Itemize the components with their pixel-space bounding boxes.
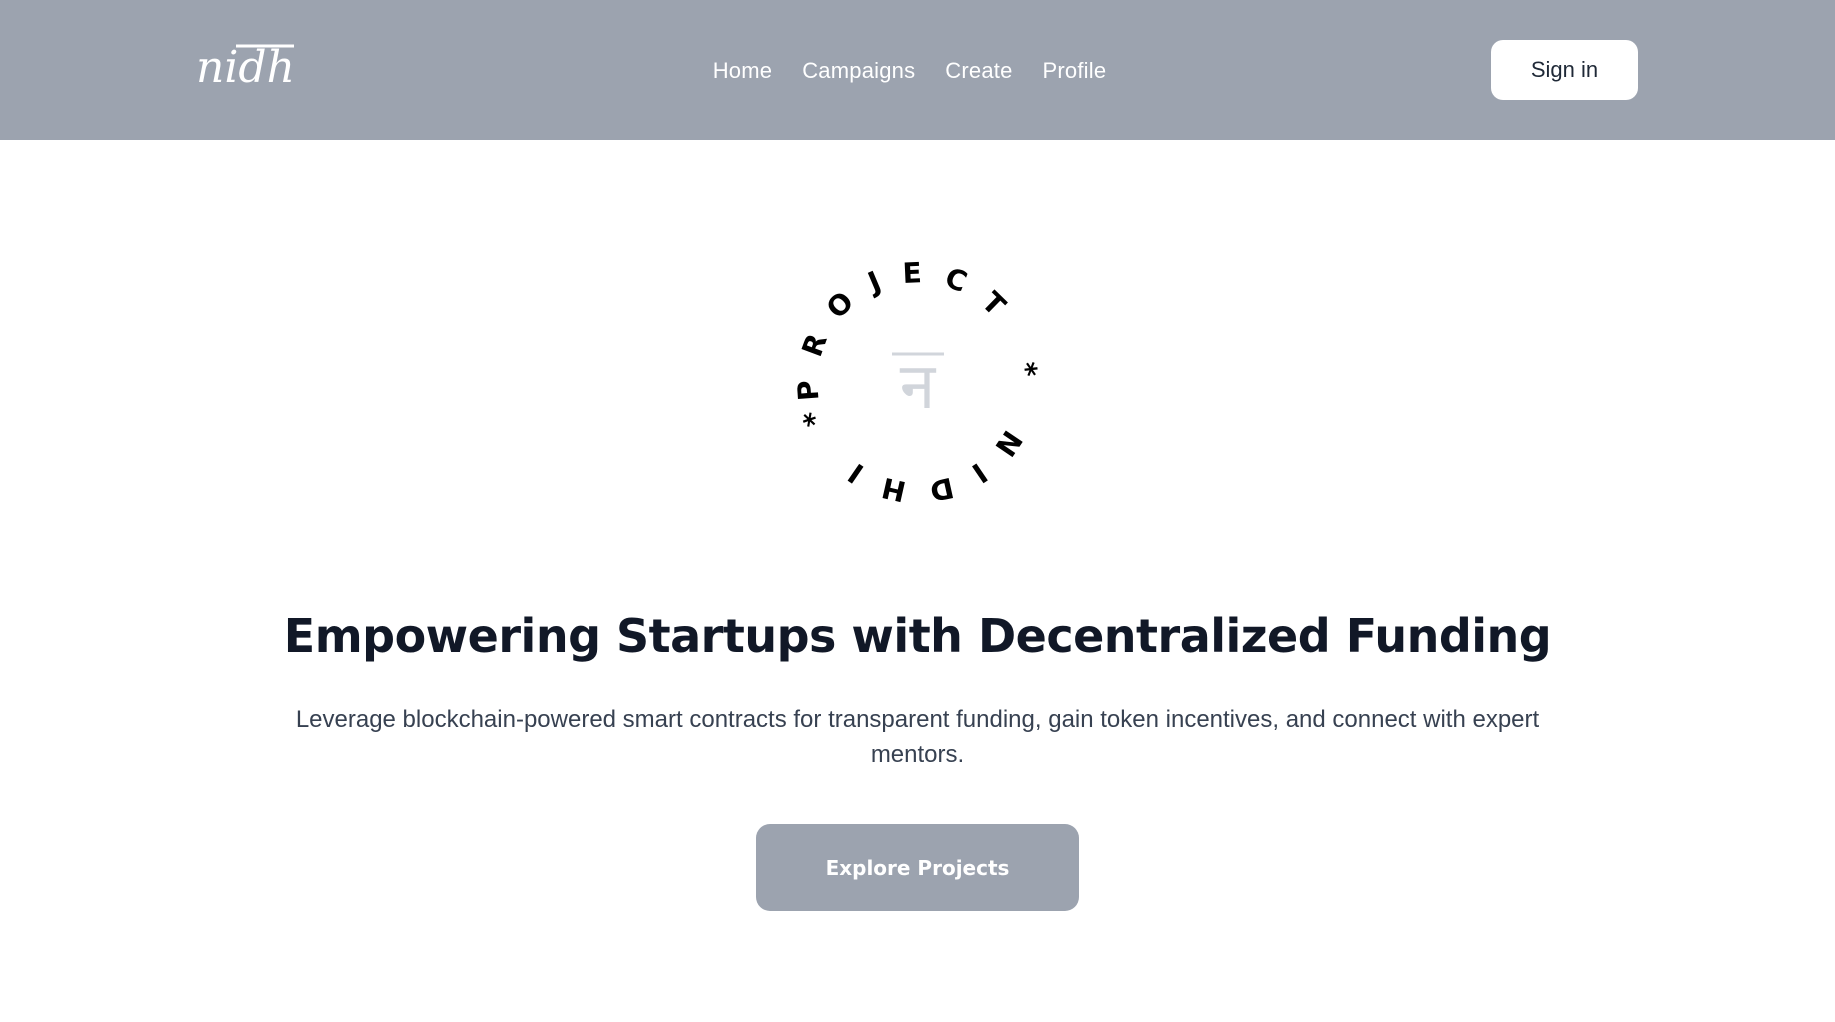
hero-title: Empowering Startups with Decentralized F… [283, 609, 1552, 663]
explore-projects-button[interactable]: Explore Projects [756, 824, 1079, 911]
nav-link-campaigns[interactable]: Campaigns [802, 56, 915, 86]
project-nidhi-badge: PROJECT * NIDHI * न [795, 260, 1040, 505]
sign-in-button[interactable]: Sign in [1491, 40, 1638, 100]
hero-subtitle: Leverage blockchain-powered smart contra… [295, 706, 1540, 768]
navbar: nidhi Home Campaigns Create Profile Sign… [0, 0, 1835, 140]
nav-link-profile[interactable]: Profile [1043, 56, 1107, 86]
nav-link-home[interactable]: Home [713, 56, 773, 86]
badge-center-glyph: न [900, 350, 937, 424]
nav-link-create[interactable]: Create [945, 56, 1012, 86]
